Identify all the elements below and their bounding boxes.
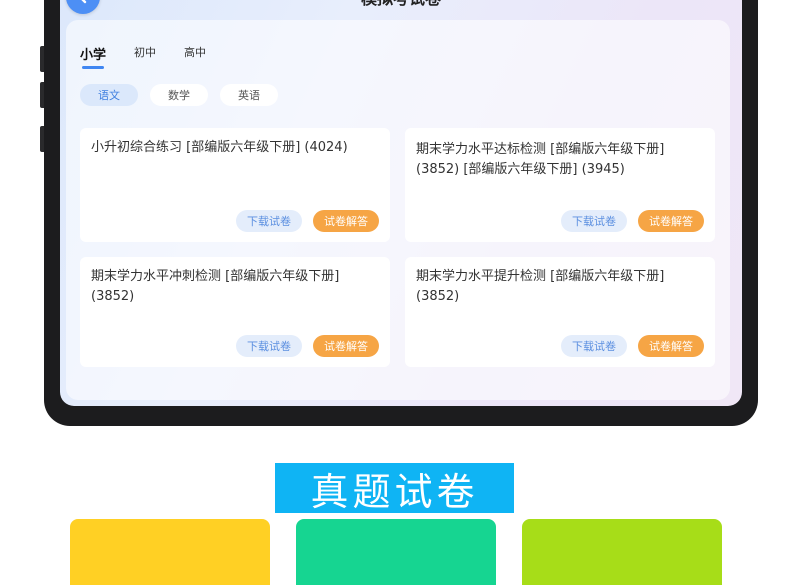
page-title: 模拟考试卷: [60, 0, 742, 9]
volume-up-button: [40, 46, 44, 72]
download-exam-button[interactable]: 下载试卷: [561, 210, 627, 232]
tab-junior-high[interactable]: 初中: [134, 40, 156, 67]
tab-math[interactable]: 数学: [150, 84, 208, 106]
exam-card[interactable]: 期末学力水平达标检测 [部编版六年级下册] (3852) [部编版六年级下册] …: [405, 128, 715, 242]
category-tile[interactable]: [522, 519, 722, 585]
exam-answers-button[interactable]: 试卷解答: [313, 210, 379, 232]
exam-card[interactable]: 小升初综合练习 [部编版六年级下册] (4024) 下载试卷 试卷解答: [80, 128, 390, 242]
tablet-frame: 模拟考试卷 小学 初中 高中 语文 数学 英语 小升初综合练习 [部编版六年级下…: [40, 0, 758, 426]
subject-tabs: 语文 数学 英语: [80, 84, 278, 106]
category-tile[interactable]: [70, 519, 270, 585]
tab-chinese[interactable]: 语文: [80, 84, 138, 106]
section-heading: 真题试卷: [275, 463, 514, 514]
download-exam-button[interactable]: 下载试卷: [236, 335, 302, 357]
app-screen: 模拟考试卷 小学 初中 高中 语文 数学 英语 小升初综合练习 [部编版六年级下…: [60, 0, 742, 406]
tab-english[interactable]: 英语: [220, 84, 278, 106]
download-exam-button[interactable]: 下载试卷: [236, 210, 302, 232]
exam-answers-button[interactable]: 试卷解答: [638, 210, 704, 232]
exam-card-title: 期末学力水平提升检测 [部编版六年级下册] (3852): [416, 269, 665, 304]
power-button: [40, 126, 44, 152]
tab-senior-high[interactable]: 高中: [184, 40, 206, 67]
exam-answers-button[interactable]: 试卷解答: [313, 335, 379, 357]
exam-card-title: 期末学力水平冲刺检测 [部编版六年级下册] (3852): [91, 269, 340, 304]
exam-answers-button[interactable]: 试卷解答: [638, 335, 704, 357]
page: 模拟考试卷 小学 初中 高中 语文 数学 英语 小升初综合练习 [部编版六年级下…: [0, 0, 800, 585]
exam-card[interactable]: 期末学力水平提升检测 [部编版六年级下册] (3852) 下载试卷 试卷解答: [405, 257, 715, 367]
tab-primary[interactable]: 小学: [80, 40, 106, 69]
download-exam-button[interactable]: 下载试卷: [561, 335, 627, 357]
exam-card[interactable]: 期末学力水平冲刺检测 [部编版六年级下册] (3852) 下载试卷 试卷解答: [80, 257, 390, 367]
level-tabs: 小学 初中 高中: [80, 40, 234, 69]
top-bar: 模拟考试卷: [60, 0, 742, 16]
exam-card-title: 小升初综合练习 [部编版六年级下册] (4024): [91, 140, 348, 155]
category-tile[interactable]: [296, 519, 496, 585]
content-panel: 小学 初中 高中 语文 数学 英语 小升初综合练习 [部编版六年级下册] (40…: [66, 20, 730, 400]
volume-down-button: [40, 82, 44, 108]
exam-card-title: 期末学力水平达标检测 [部编版六年级下册] (3852) [部编版六年级下册] …: [416, 142, 665, 177]
